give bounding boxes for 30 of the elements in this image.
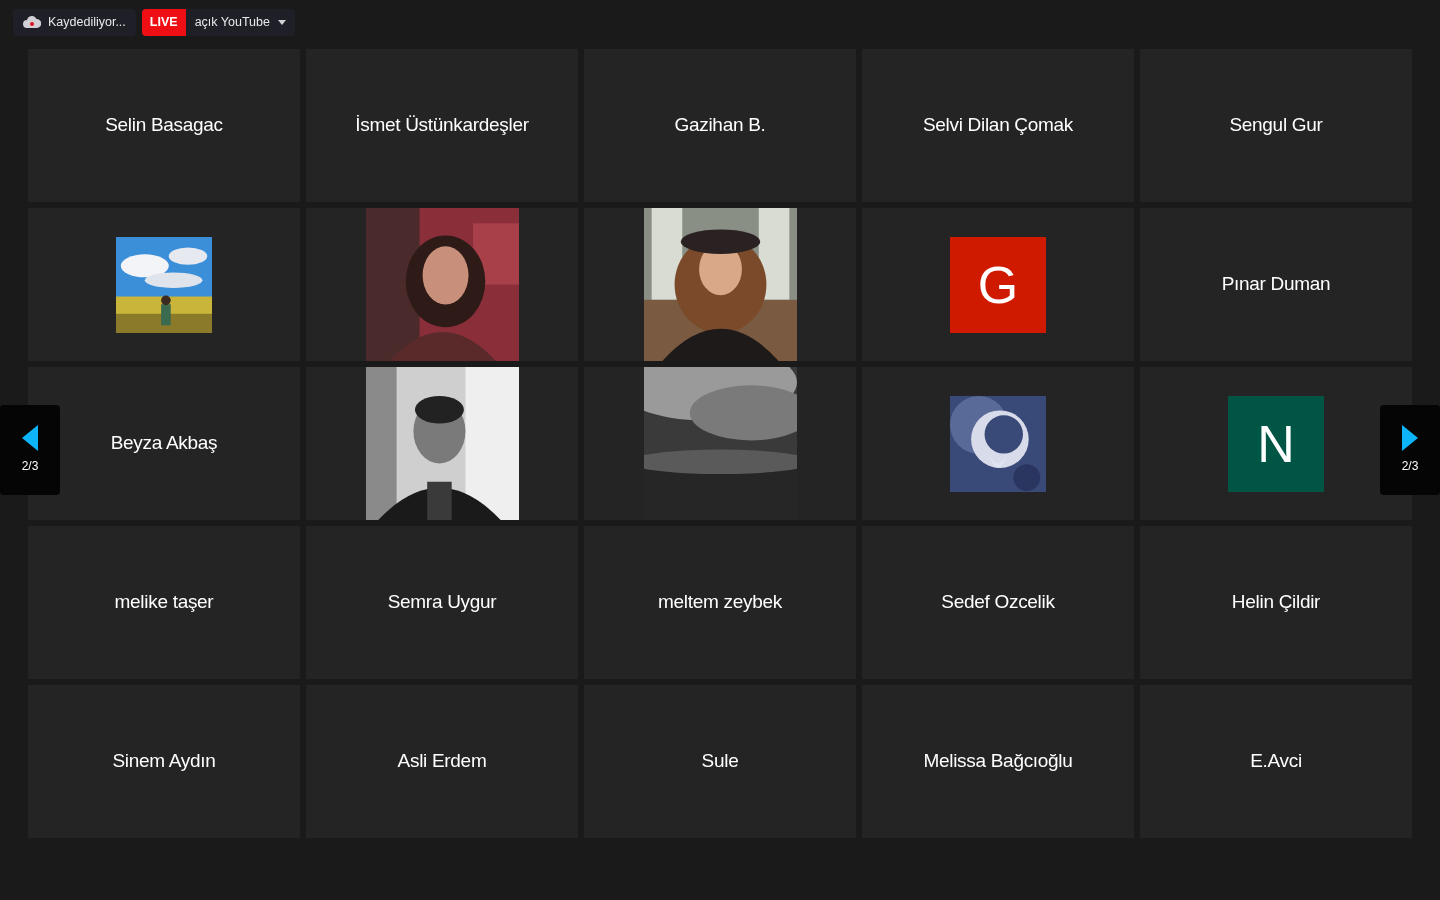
recording-indicator[interactable]: Kaydediliyor... (13, 8, 136, 36)
right-triangle-icon (1402, 425, 1418, 451)
participant-name: meltem zeybek (658, 590, 782, 615)
avatar: G (950, 236, 1046, 333)
live-stream-menu[interactable]: LIVE açık YouTube (141, 8, 295, 36)
participant-name: Gazihan B. (674, 113, 766, 138)
participant-name: E.Avci (1250, 749, 1302, 774)
participant-name: Selvi Dilan Çomak (922, 113, 1074, 138)
participant-name: Sengul Gur (1229, 113, 1323, 138)
participant-name: Sedef Ozcelik (941, 590, 1055, 615)
avatar: N (1228, 395, 1324, 492)
live-label: açık YouTube (193, 13, 271, 31)
recording-label: Kaydediliyor... (48, 13, 126, 31)
next-page-button[interactable]: 2/3 (1380, 405, 1440, 495)
previous-page-button[interactable]: 2/3 (0, 405, 60, 495)
participant-name: Sule (701, 749, 739, 774)
participant-name: melike taşer (114, 590, 214, 615)
participant-name: İsmet Üstünkardeşler (355, 113, 529, 138)
participant-name: Sinem Aydın (112, 749, 216, 774)
caret-icon (277, 19, 286, 25)
participant-name: Helin Çildir (1231, 590, 1321, 615)
live-badge: LIVE (141, 8, 186, 36)
participant-name: Pınar Duman (1221, 272, 1331, 297)
participant-name: Selin Basagac (105, 113, 223, 138)
participant-name: Beyza Akbaş (110, 431, 218, 456)
participant-name: Asli Erdem (397, 749, 487, 774)
participant-name: Semra Uygur (387, 590, 497, 615)
participant-name: Melissa Bağcıoğlu (923, 749, 1073, 774)
cloud-icon (23, 16, 41, 28)
left-triangle-icon (22, 425, 38, 451)
